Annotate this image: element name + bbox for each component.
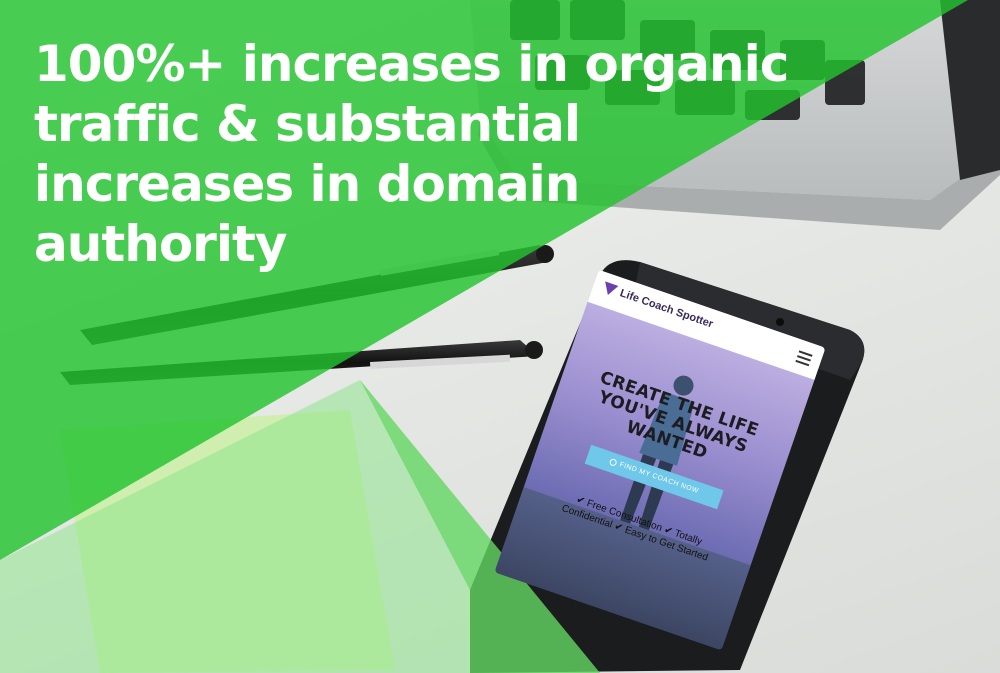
brand-v-icon xyxy=(601,281,619,298)
hero-image: Life Coach Spotter CREATE THE LIFE YOU'V… xyxy=(0,0,1000,673)
search-icon xyxy=(609,457,618,467)
hamburger-menu-icon[interactable] xyxy=(795,350,813,367)
headline: 100%+ increases in organic traffic & sub… xyxy=(34,35,789,273)
